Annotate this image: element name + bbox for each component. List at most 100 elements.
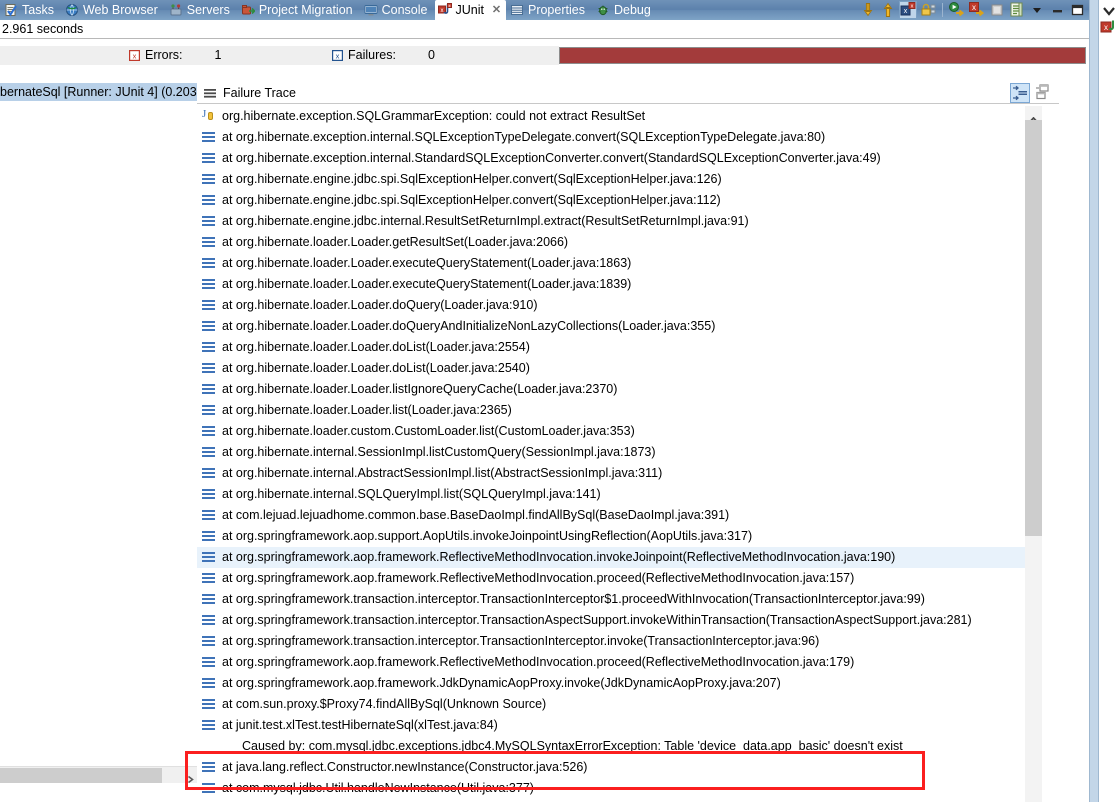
close-icon[interactable]: ✕ — [491, 4, 502, 16]
stack-trace-row[interactable]: at org.hibernate.loader.custom.CustomLoa… — [197, 421, 1042, 442]
svg-text:x: x — [972, 3, 976, 12]
stack-trace-text: at java.lang.reflect.Constructor.newInst… — [222, 760, 588, 774]
stack-trace-text: at com.mysql.jdbc.Util.handleNewInstance… — [222, 781, 534, 795]
console-icon — [364, 3, 378, 17]
errors-counter: x Errors: 1 — [125, 45, 320, 65]
errors-label: Errors: — [145, 48, 183, 62]
tab-label: Servers — [186, 3, 230, 17]
view-tab-bar: Tasks Web Browser Servers Project Migrat… — [0, 0, 1089, 20]
stack-trace-row[interactable]: at org.hibernate.engine.jdbc.internal.Re… — [197, 211, 1042, 232]
stack-trace-text: at org.springframework.transaction.inter… — [222, 613, 972, 627]
stack-trace-text: Caused by: com.mysql.jdbc.exceptions.jdb… — [242, 739, 903, 753]
stack-trace-row[interactable]: at org.hibernate.engine.jdbc.spi.SqlExce… — [197, 169, 1042, 190]
stack-trace-list[interactable]: Jorg.hibernate.exception.SQLGrammarExcep… — [197, 106, 1042, 802]
failures-value: 0 — [427, 48, 435, 62]
stack-frame-icon — [202, 677, 215, 690]
stack-trace-row[interactable]: at org.hibernate.loader.Loader.doQueryAn… — [197, 316, 1042, 337]
junit-toolbar: x x x — [859, 0, 1089, 20]
view-menu-button[interactable] — [1028, 1, 1046, 19]
tab-servers[interactable]: Servers — [165, 0, 237, 20]
tab-junit[interactable]: x x JUnit ✕ — [434, 0, 506, 20]
debug-icon — [596, 3, 610, 17]
test-progress-bar — [559, 46, 1086, 64]
tab-label: JUnit — [455, 3, 484, 17]
scroll-up-button[interactable] — [1025, 106, 1042, 123]
tab-properties[interactable]: Properties — [506, 0, 592, 20]
show-failures-only-button[interactable]: x x — [899, 1, 917, 19]
stack-trace-row[interactable]: at org.hibernate.loader.Loader.executeQu… — [197, 253, 1042, 274]
stack-trace-row[interactable]: at org.springframework.transaction.inter… — [197, 589, 1042, 610]
stack-trace-row[interactable]: at org.hibernate.exception.internal.Stan… — [197, 148, 1042, 169]
stack-trace-row[interactable]: at org.hibernate.loader.Loader.doList(Lo… — [197, 358, 1042, 379]
stack-trace-text: at org.hibernate.loader.Loader.list(Load… — [222, 403, 512, 417]
stack-trace-row[interactable]: Jorg.hibernate.exception.SQLGrammarExcep… — [197, 106, 1042, 127]
tree-horizontal-scrollbar[interactable] — [0, 766, 197, 783]
stack-trace-text: at com.sun.proxy.$Proxy74.findAllBySql(U… — [222, 697, 547, 711]
maximize-button[interactable] — [1068, 1, 1086, 19]
stack-trace-row[interactable]: at org.hibernate.loader.Loader.executeQu… — [197, 274, 1042, 295]
trace-vertical-scrollbar[interactable] — [1025, 106, 1042, 802]
stop-button[interactable] — [988, 1, 1006, 19]
tab-console[interactable]: Console — [360, 0, 435, 20]
stack-trace-row[interactable]: at org.springframework.aop.framework.Ref… — [197, 547, 1042, 568]
stack-trace-row[interactable]: at com.mysql.jdbc.Util.handleNewInstance… — [197, 778, 1042, 799]
stack-trace-row[interactable]: at org.hibernate.engine.jdbc.spi.SqlExce… — [197, 190, 1042, 211]
stack-frame-icon — [202, 341, 215, 354]
runtime-row: 2.961 seconds — [0, 20, 1089, 39]
tab-tasks[interactable]: Tasks — [0, 0, 61, 20]
servers-icon — [169, 3, 183, 17]
restore-view-button[interactable] — [1100, 4, 1118, 18]
rerun-failed-button[interactable]: x — [968, 1, 986, 19]
svg-text:x: x — [1104, 23, 1108, 32]
stack-trace-row[interactable]: at com.sun.proxy.$Proxy74.findAllBySql(U… — [197, 694, 1042, 715]
stack-trace-row[interactable]: at org.springframework.aop.support.AopUt… — [197, 526, 1042, 547]
lock-scroll-button[interactable] — [919, 1, 937, 19]
stack-trace-row[interactable]: at org.springframework.transaction.inter… — [197, 610, 1042, 631]
tab-debug[interactable]: Debug — [592, 0, 658, 20]
tab-label: Properties — [527, 3, 585, 17]
toolbar-separator — [942, 3, 943, 17]
scrollbar-thumb[interactable] — [0, 768, 162, 783]
next-failure-button[interactable] — [859, 1, 877, 19]
test-results-tree[interactable]: bernateSql [Runner: JUnit 4] (0.203 — [0, 70, 197, 783]
stack-trace-row[interactable]: at org.hibernate.loader.Loader.doList(Lo… — [197, 337, 1042, 358]
scrollbar-thumb[interactable] — [1025, 120, 1042, 536]
tab-web-browser[interactable]: Web Browser — [61, 0, 165, 20]
stack-trace-row[interactable]: at org.hibernate.loader.Loader.list(Load… — [197, 400, 1042, 421]
stack-trace-row[interactable]: at org.hibernate.internal.SQLQueryImpl.l… — [197, 484, 1042, 505]
stack-trace-row[interactable]: at org.springframework.transaction.inter… — [197, 631, 1042, 652]
previous-failure-button[interactable] — [879, 1, 897, 19]
svg-text:x: x — [911, 4, 914, 10]
stack-frame-icon — [202, 551, 215, 564]
stack-trace-row[interactable]: at java.lang.reflect.Constructor.newInst… — [197, 757, 1042, 778]
stack-trace-row[interactable]: at com.lejuad.lejuadhome.common.base.Bas… — [197, 505, 1042, 526]
junit-fast-view-button[interactable]: x — [1100, 19, 1120, 37]
stack-frame-icon — [202, 278, 215, 291]
tree-item-test-run[interactable]: bernateSql [Runner: JUnit 4] (0.203 — [0, 83, 197, 101]
stack-trace-row[interactable]: at org.hibernate.loader.Loader.doQuery(L… — [197, 295, 1042, 316]
stack-trace-row[interactable]: at org.springframework.aop.framework.Jdk… — [197, 673, 1042, 694]
stack-trace-row[interactable]: Caused by: com.mysql.jdbc.exceptions.jdb… — [197, 736, 1042, 757]
stack-trace-row[interactable]: at org.hibernate.loader.Loader.getResult… — [197, 232, 1042, 253]
filter-stack-trace-button[interactable] — [1010, 83, 1030, 103]
stack-trace-row[interactable]: at org.hibernate.exception.internal.SQLE… — [197, 127, 1042, 148]
stack-trace-rows: Jorg.hibernate.exception.SQLGrammarExcep… — [197, 106, 1042, 799]
stack-trace-text: at org.hibernate.loader.Loader.doQuery(L… — [222, 298, 538, 312]
stack-frame-icon — [202, 383, 215, 396]
stack-trace-row[interactable]: at org.springframework.aop.framework.Ref… — [197, 568, 1042, 589]
scroll-right-icon[interactable] — [186, 771, 195, 783]
stack-trace-row[interactable]: at org.springframework.aop.framework.Ref… — [197, 652, 1042, 673]
maximize-trace-button[interactable] — [1033, 83, 1053, 103]
stack-trace-row[interactable]: at junit.test.xlTest.testHibernateSql(xl… — [197, 715, 1042, 736]
counter-gap — [320, 45, 328, 65]
stack-trace-row[interactable]: at org.hibernate.internal.SessionImpl.li… — [197, 442, 1042, 463]
stack-trace-row[interactable]: at org.hibernate.internal.AbstractSessio… — [197, 463, 1042, 484]
stack-trace-row[interactable]: at org.hibernate.loader.Loader.listIgnor… — [197, 379, 1042, 400]
test-run-history-button[interactable] — [1008, 1, 1026, 19]
tab-project-migration[interactable]: Project Migration — [237, 0, 360, 20]
minimize-button[interactable] — [1048, 1, 1066, 19]
stack-frame-icon — [202, 761, 215, 774]
rerun-test-button[interactable] — [948, 1, 966, 19]
stack-frame-icon — [202, 656, 215, 669]
counters-row: x Errors: 1 x Failures: 0 — [0, 42, 1089, 68]
